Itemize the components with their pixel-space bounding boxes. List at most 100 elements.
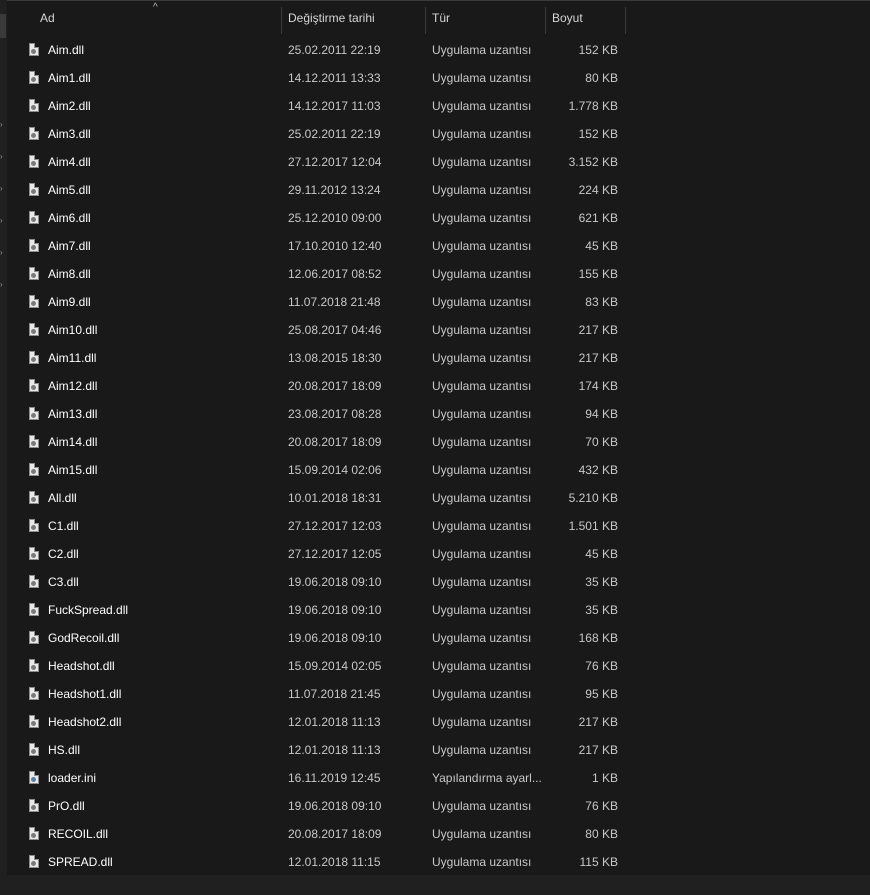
file-row[interactable]: Aim9.dll 11.07.2018 21:48 Uygulama uzantıs… [7,288,870,316]
file-date: 12.06.2017 08:52 [288,267,382,281]
file-type: Uygulama uzantısı [432,379,532,393]
file-size: 80 KB [585,827,618,841]
file-size: 3.152 KB [568,155,618,169]
gear-icon [31,49,36,54]
file-date: 27.12.2017 12:03 [288,519,382,533]
file-date: 20.08.2017 18:09 [288,379,382,393]
column-header-name[interactable]: Ad [34,7,281,34]
file-size: 217 KB [578,715,618,729]
file-date: 12.01.2018 11:15 [288,855,381,869]
column-header-type[interactable]: Tür [426,7,545,34]
file-row[interactable]: Aim14.dll 20.08.2017 18:09 Uygulama uzantı… [7,428,870,456]
file-date: 15.09.2014 02:06 [288,463,382,477]
file-type: Uygulama uzantısı [432,631,532,645]
file-name: Aim3.dll [48,127,91,141]
file-row[interactable]: Aim2.dll 14.12.2017 11:03 Uygulama uzantıs… [7,92,870,120]
file-row[interactable]: SPREAD.dll 12.01.2018 11:15 Uygulama uzant… [7,848,870,876]
expand-arrow-icon[interactable]: › [0,249,6,257]
file-row[interactable]: Aim8.dll 12.06.2017 08:52 Uygulama uzantıs… [7,260,870,288]
ini-file-icon [29,771,39,784]
file-row[interactable]: loader.ini 16.11.2019 12:45 Yapılandırma a… [7,764,870,792]
column-header-date[interactable]: Değiştirme tarihi [282,7,425,34]
expand-arrow-icon[interactable]: › [0,217,6,225]
gear-icon [31,805,36,810]
file-row[interactable]: C1.dll 27.12.2017 12:03 Uygulama uzantısı 1… [7,512,870,540]
gear-icon [31,721,36,726]
file-date: 29.11.2012 13:24 [288,183,381,197]
file-size: 1.501 KB [568,519,618,533]
file-row[interactable]: Aim6.dll 25.12.2010 09:00 Uygulama uzantıs… [7,204,870,232]
file-date: 12.01.2018 11:13 [288,715,381,729]
file-row[interactable]: Headshot2.dll 12.01.2018 11:13 Uygulama uz… [7,708,870,736]
dll-file-icon [29,323,39,336]
nav-scrollbar-thumb[interactable] [0,14,6,38]
gear-icon [31,553,36,558]
file-row[interactable]: Aim1.dll 14.12.2011 13:33 Uygulama uzantıs… [7,64,870,92]
file-row[interactable]: Aim13.dll 23.08.2017 08:28 Uygulama uzantı… [7,400,870,428]
dll-file-icon [29,267,39,280]
file-type: Uygulama uzantısı [432,43,532,57]
file-size: 621 KB [578,211,618,225]
gear-icon [31,469,36,474]
expand-arrow-icon[interactable]: › [0,281,6,289]
expand-arrow-icon[interactable]: › [0,153,6,161]
file-size: 1.778 KB [568,99,618,113]
dll-file-icon [29,519,39,532]
file-row[interactable]: Aim.dll 25.02.2011 22:19 Uygulama uzantısı… [7,36,870,64]
file-row[interactable]: GodRecoil.dll 19.06.2018 09:10 Uygulama uz… [7,624,870,652]
dll-file-icon [29,183,39,196]
file-row[interactable]: PrO.dll 19.06.2018 09:10 Uygulama uzantısı… [7,792,870,820]
file-row[interactable]: Aim3.dll 25.02.2011 22:19 Uygulama uzantıs… [7,120,870,148]
file-row[interactable]: Aim4.dll 27.12.2017 12:04 Uygulama uzantıs… [7,148,870,176]
file-type: Uygulama uzantısı [432,267,532,281]
file-date: 25.08.2017 04:46 [288,323,382,337]
column-header-size[interactable]: Boyut [546,7,625,34]
file-row[interactable]: Aim12.dll 20.08.2017 18:09 Uygulama uzantı… [7,372,870,400]
file-type: Uygulama uzantısı [432,491,532,505]
file-row[interactable]: Aim10.dll 25.08.2017 04:46 Uygulama uzantı… [7,316,870,344]
file-row[interactable]: Headshot.dll 15.09.2014 02:05 Uygulama uza… [7,652,870,680]
file-size: 174 KB [578,379,618,393]
file-row[interactable]: HS.dll 12.01.2018 11:13 Uygulama uzantısı 2… [7,736,870,764]
gear-icon [31,609,36,614]
file-size: 45 KB [585,239,618,253]
file-type: Uygulama uzantısı [432,323,532,337]
file-name: loader.ini [48,771,97,785]
gear-icon [31,693,36,698]
file-name: Headshot1.dll [48,687,122,701]
expand-arrow-icon[interactable]: › [0,121,6,129]
file-row[interactable]: Aim7.dll 17.10.2010 12:40 Uygulama uzantıs… [7,232,870,260]
horizontal-scrollbar[interactable] [0,875,870,895]
navigation-pane-edge: › › › › › › [0,0,7,875]
file-name: Aim8.dll [48,267,91,281]
file-name: Aim4.dll [48,155,91,169]
file-name: C3.dll [48,575,79,589]
column-divider[interactable] [625,7,626,34]
dll-file-icon [29,575,39,588]
file-size: 224 KB [578,183,618,197]
file-row[interactable]: Headshot1.dll 11.07.2018 21:45 Uygulama uz… [7,680,870,708]
dll-file-icon [29,379,39,392]
file-row[interactable]: C3.dll 19.06.2018 09:10 Uygulama uzantısı 3… [7,568,870,596]
file-name: Headshot2.dll [48,715,122,729]
dll-file-icon [29,743,39,756]
expand-arrow-icon[interactable]: › [0,185,6,193]
file-row[interactable]: All.dll 10.01.2018 18:31 Uygulama uzantısı… [7,484,870,512]
gear-icon [31,497,36,502]
dll-file-icon [29,547,39,560]
file-date: 27.12.2017 12:05 [288,547,382,561]
file-type: Uygulama uzantısı [432,687,532,701]
file-row[interactable]: Aim11.dll 13.08.2015 18:30 Uygulama uzantı… [7,344,870,372]
file-row[interactable]: Aim15.dll 15.09.2014 02:06 Uygulama uzantı… [7,456,870,484]
file-size: 115 KB [579,855,618,869]
file-row[interactable]: C2.dll 27.12.2017 12:05 Uygulama uzantısı 4… [7,540,870,568]
file-row[interactable]: RECOIL.dll 20.08.2017 18:09 Uygulama uzant… [7,820,870,848]
file-date: 11.07.2018 21:48 [288,295,381,309]
file-date: 27.12.2017 12:04 [288,155,382,169]
file-row[interactable]: FuckSpread.dll 19.06.2018 09:10 Uygulama u… [7,596,870,624]
gear-icon [31,749,36,754]
dll-file-icon [29,435,39,448]
file-row[interactable]: Aim5.dll 29.11.2012 13:24 Uygulama uzantıs… [7,176,870,204]
file-date: 17.10.2010 12:40 [288,239,382,253]
file-name: C1.dll [48,519,79,533]
